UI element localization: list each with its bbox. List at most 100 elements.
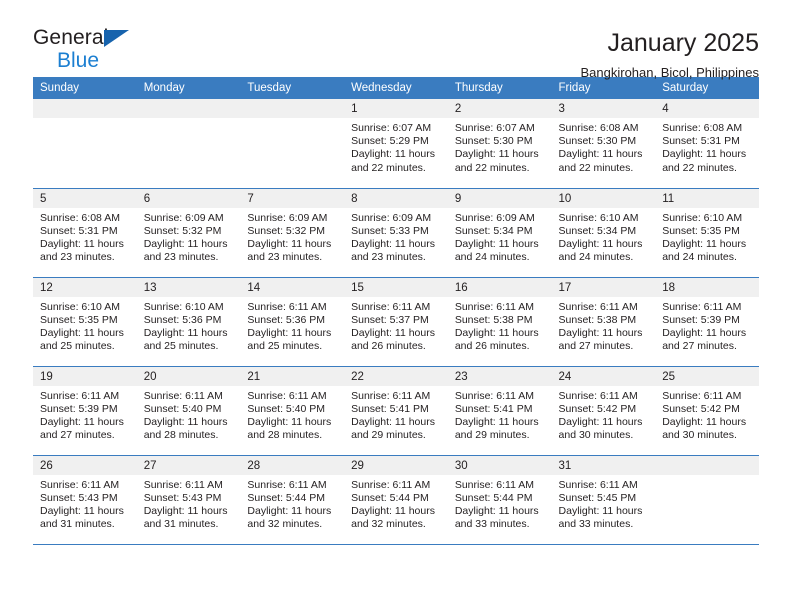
- calendar-day: 26 Sunrise: 6:11 AM Sunset: 5:43 PM Dayligh…: [33, 455, 137, 544]
- daylight-text-line2: and 24 minutes.: [662, 251, 737, 264]
- day-details: Sunrise: 6:11 AM Sunset: 5:43 PM Daylight:…: [137, 475, 241, 532]
- weekday-header-tuesday: Tuesday: [240, 77, 345, 99]
- daylight-text-line2: and 22 minutes.: [351, 161, 426, 174]
- sunset-text: Sunset: 5:33 PM: [351, 224, 429, 237]
- day-details: Sunrise: 6:08 AM Sunset: 5:30 PM Daylight:…: [552, 118, 656, 175]
- calendar-day-cell[interactable]: 22 Sunrise: 6:11 AM Sunset: 5:41 PM Dayligh…: [344, 366, 448, 456]
- calendar-day-cell[interactable]: 28 Sunrise: 6:11 AM Sunset: 5:44 PM Dayligh…: [240, 455, 345, 545]
- calendar-day-cell[interactable]: 3 Sunrise: 6:08 AM Sunset: 5:30 PM Daylight…: [551, 99, 656, 189]
- daylight-text-line1: Daylight: 11 hours: [454, 504, 539, 517]
- calendar-day-cell[interactable]: 20 Sunrise: 6:11 AM Sunset: 5:40 PM Dayligh…: [136, 366, 241, 456]
- calendar-day-cell[interactable]: 16 Sunrise: 6:11 AM Sunset: 5:38 PM Dayligh…: [447, 277, 552, 367]
- daylight-text-line1: Daylight: 11 hours: [247, 504, 332, 517]
- calendar-week-row: 19 Sunrise: 6:11 AM Sunset: 5:39 PM Dayligh…: [33, 366, 759, 456]
- calendar-day-cell[interactable]: 31 Sunrise: 6:11 AM Sunset: 5:45 PM Dayligh…: [551, 455, 656, 545]
- daylight-text-line2: and 24 minutes.: [558, 251, 634, 264]
- calendar-day: 10 Sunrise: 6:10 AM Sunset: 5:34 PM Dayligh…: [551, 188, 656, 277]
- calendar-day-cell[interactable]: 19 Sunrise: 6:11 AM Sunset: 5:39 PM Dayligh…: [33, 366, 137, 456]
- daylight-text-line1: Daylight: 11 hours: [662, 415, 747, 428]
- calendar-day-cell[interactable]: 25 Sunrise: 6:11 AM Sunset: 5:42 PM Dayligh…: [655, 366, 759, 456]
- day-details: Sunrise: 6:11 AM Sunset: 5:37 PM Daylight:…: [344, 297, 448, 354]
- daylight-text-line1: Daylight: 11 hours: [40, 326, 124, 339]
- calendar-day-cell[interactable]: 27 Sunrise: 6:11 AM Sunset: 5:43 PM Dayligh…: [136, 455, 241, 545]
- daylight-text-line2: and 25 minutes.: [143, 340, 219, 353]
- daylight-text-line1: Daylight: 11 hours: [454, 237, 539, 250]
- day-details: Sunrise: 6:11 AM Sunset: 5:44 PM Daylight:…: [448, 475, 552, 532]
- calendar-table: Sunday Monday Tuesday Wednesday Thursday…: [33, 77, 759, 545]
- calendar-day-cell[interactable]: 18 Sunrise: 6:11 AM Sunset: 5:39 PM Dayligh…: [655, 277, 759, 367]
- sunset-text: Sunset: 5:43 PM: [143, 491, 222, 504]
- day-number: [655, 455, 759, 475]
- sunrise-text: Sunrise: 6:11 AM: [40, 478, 120, 491]
- brand-name-general: General: [33, 26, 109, 49]
- page-subtitle: Bangkirohan, Bicol, Philippines: [580, 65, 760, 80]
- calendar-day-cell[interactable]: [240, 99, 345, 189]
- day-number: 7: [240, 188, 345, 208]
- calendar-day-cell[interactable]: [655, 455, 759, 545]
- calendar-day-cell[interactable]: 15 Sunrise: 6:11 AM Sunset: 5:37 PM Dayligh…: [344, 277, 448, 367]
- daylight-text-line1: Daylight: 11 hours: [351, 504, 435, 517]
- calendar-week-row: 1 Sunrise: 6:07 AM Sunset: 5:29 PM Daylight…: [33, 99, 759, 189]
- calendar-day-cell[interactable]: 1 Sunrise: 6:07 AM Sunset: 5:29 PM Daylight…: [344, 99, 448, 189]
- sunset-text: Sunset: 5:44 PM: [247, 491, 326, 504]
- calendar-day-cell[interactable]: 7 Sunrise: 6:09 AM Sunset: 5:32 PM Daylight…: [240, 188, 345, 278]
- sunrise-text: Sunrise: 6:09 AM: [351, 211, 432, 224]
- day-number: 11: [655, 188, 759, 208]
- calendar-day-cell[interactable]: 4 Sunrise: 6:08 AM Sunset: 5:31 PM Daylight…: [655, 99, 759, 189]
- daylight-text-line2: and 31 minutes.: [143, 518, 219, 531]
- calendar-day-cell[interactable]: 11 Sunrise: 6:10 AM Sunset: 5:35 PM Dayligh…: [655, 188, 759, 278]
- calendar-day-cell[interactable]: 14 Sunrise: 6:11 AM Sunset: 5:36 PM Dayligh…: [240, 277, 345, 367]
- sunrise-text: Sunrise: 6:07 AM: [454, 122, 535, 134]
- daylight-text-line1: Daylight: 11 hours: [558, 148, 643, 161]
- calendar-day-cell[interactable]: 5 Sunrise: 6:08 AM Sunset: 5:31 PM Daylight…: [33, 188, 137, 278]
- calendar-day-cell[interactable]: 12 Sunrise: 6:10 AM Sunset: 5:35 PM Dayligh…: [33, 277, 137, 367]
- sunrise-text: Sunrise: 6:11 AM: [247, 389, 327, 402]
- sunset-text: Sunset: 5:45 PM: [558, 491, 637, 504]
- brand-logo[interactable]: General Blue: [33, 27, 153, 73]
- calendar-body: 1 Sunrise: 6:07 AM Sunset: 5:29 PM Daylight…: [33, 99, 759, 545]
- calendar-day: 11 Sunrise: 6:10 AM Sunset: 5:35 PM Dayligh…: [655, 188, 759, 277]
- sunrise-text: Sunrise: 6:11 AM: [40, 389, 120, 402]
- sunset-text: Sunset: 5:31 PM: [40, 224, 118, 237]
- calendar-day-cell[interactable]: 23 Sunrise: 6:11 AM Sunset: 5:41 PM Dayligh…: [447, 366, 552, 456]
- calendar-day-cell[interactable]: 6 Sunrise: 6:09 AM Sunset: 5:32 PM Daylight…: [136, 188, 241, 278]
- calendar-day-cell[interactable]: 9 Sunrise: 6:09 AM Sunset: 5:34 PM Daylight…: [447, 188, 552, 278]
- sunrise-text: Sunrise: 6:11 AM: [351, 389, 431, 402]
- daylight-text-line1: Daylight: 11 hours: [247, 326, 332, 339]
- sunset-text: Sunset: 5:38 PM: [454, 313, 533, 326]
- daylight-text-line1: Daylight: 11 hours: [558, 504, 643, 517]
- sunrise-text: Sunrise: 6:11 AM: [247, 478, 327, 491]
- calendar-day-cell[interactable]: 10 Sunrise: 6:10 AM Sunset: 5:34 PM Dayligh…: [551, 188, 656, 278]
- calendar-day-cell[interactable]: 17 Sunrise: 6:11 AM Sunset: 5:38 PM Dayligh…: [551, 277, 656, 367]
- sunrise-text: Sunrise: 6:09 AM: [454, 211, 535, 224]
- calendar-day-cell[interactable]: 24 Sunrise: 6:11 AM Sunset: 5:42 PM Dayligh…: [551, 366, 656, 456]
- sunrise-text: Sunrise: 6:11 AM: [454, 478, 534, 491]
- calendar-day-cell[interactable]: 26 Sunrise: 6:11 AM Sunset: 5:43 PM Dayligh…: [33, 455, 137, 545]
- sunset-text: Sunset: 5:42 PM: [662, 402, 740, 415]
- day-number: 13: [136, 277, 241, 297]
- calendar-day-cell[interactable]: 29 Sunrise: 6:11 AM Sunset: 5:44 PM Dayligh…: [344, 455, 448, 545]
- day-number: 20: [136, 366, 241, 386]
- day-number: 8: [344, 188, 448, 208]
- calendar-day-cell[interactable]: [136, 99, 241, 189]
- daylight-text-line2: and 32 minutes.: [351, 518, 426, 531]
- calendar-day-cell[interactable]: [33, 99, 137, 189]
- calendar-day: 15 Sunrise: 6:11 AM Sunset: 5:37 PM Dayligh…: [344, 277, 448, 366]
- calendar-day-cell[interactable]: 2 Sunrise: 6:07 AM Sunset: 5:30 PM Daylight…: [447, 99, 552, 189]
- calendar-day-cell[interactable]: 30 Sunrise: 6:11 AM Sunset: 5:44 PM Dayligh…: [447, 455, 552, 545]
- day-number: 9: [447, 188, 552, 208]
- day-number: 10: [551, 188, 656, 208]
- day-details: Sunrise: 6:11 AM Sunset: 5:39 PM Daylight:…: [655, 297, 759, 354]
- sunrise-text: Sunrise: 6:11 AM: [558, 300, 638, 313]
- daylight-text-line2: and 22 minutes.: [454, 161, 530, 174]
- sunrise-text: Sunrise: 6:09 AM: [143, 211, 224, 224]
- sunset-text: Sunset: 5:40 PM: [247, 402, 326, 415]
- calendar-day-empty: [655, 455, 759, 544]
- calendar-day-cell[interactable]: 21 Sunrise: 6:11 AM Sunset: 5:40 PM Dayligh…: [240, 366, 345, 456]
- sunset-text: Sunset: 5:44 PM: [454, 491, 533, 504]
- daylight-text-line2: and 28 minutes.: [247, 429, 323, 442]
- sunrise-text: Sunrise: 6:08 AM: [662, 122, 743, 134]
- calendar-day-cell[interactable]: 13 Sunrise: 6:10 AM Sunset: 5:36 PM Dayligh…: [136, 277, 241, 367]
- sunset-text: Sunset: 5:35 PM: [662, 224, 740, 237]
- calendar-day-cell[interactable]: 8 Sunrise: 6:09 AM Sunset: 5:33 PM Daylight…: [344, 188, 448, 278]
